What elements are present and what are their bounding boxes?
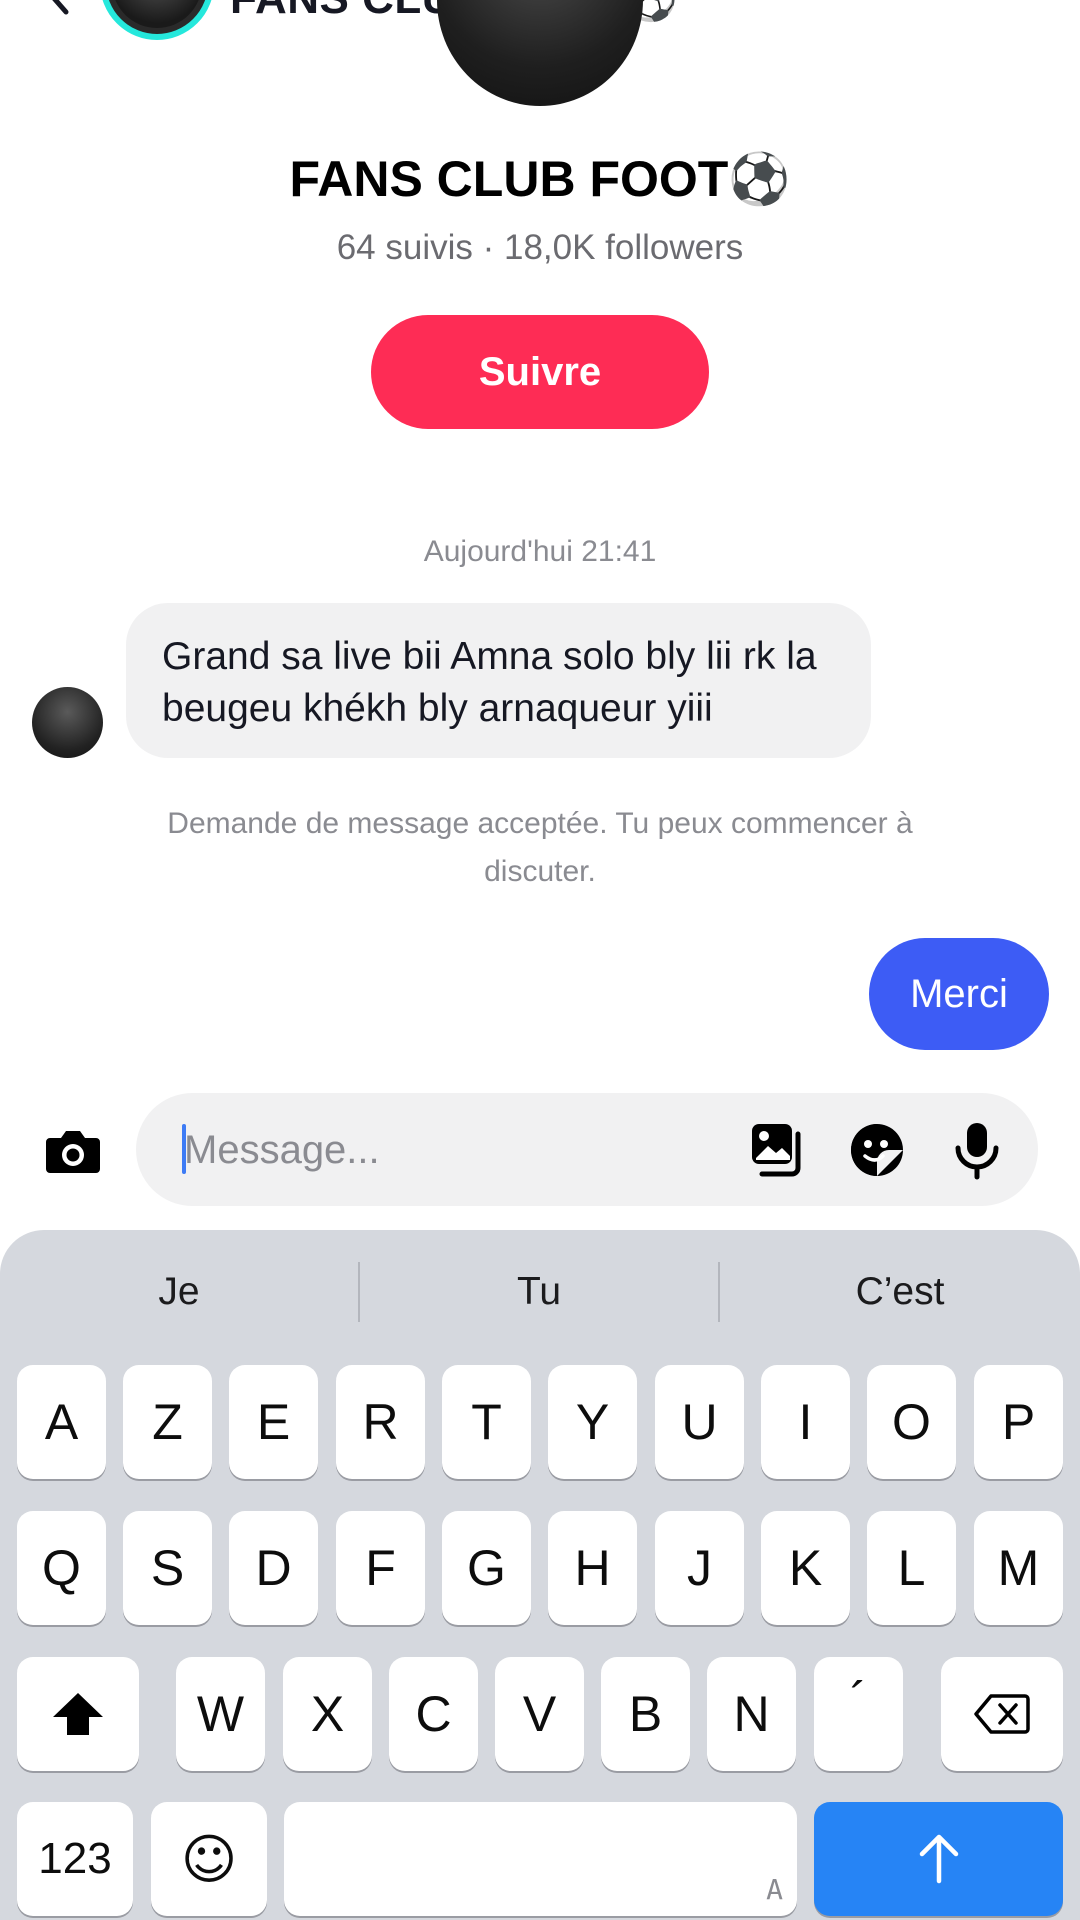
arrow-up-icon [919,1834,958,1884]
system-message: Demande de message acceptée. Tu peux com… [167,807,913,888]
profile-stats: 64 suivis · 18,0K followers [336,228,744,267]
microphone-icon [955,1123,999,1180]
key-a[interactable]: A [17,1365,106,1479]
backspace-icon [974,1694,1030,1734]
key-x[interactable]: X [283,1657,372,1771]
profile-avatar[interactable]: unicef [437,0,643,106]
key-d[interactable]: D [229,1511,318,1625]
back-button[interactable] [40,0,80,18]
outgoing-message-bubble[interactable]: Merci [869,938,1049,1050]
key-f[interactable]: F [336,1511,425,1625]
key-v[interactable]: V [495,1657,584,1771]
key-h[interactable]: H [548,1511,637,1625]
key-n[interactable]: N [707,1657,796,1771]
key-z[interactable]: Z [123,1365,212,1479]
camera-icon [46,1131,100,1173]
key-j[interactable]: J [655,1511,744,1625]
voice-button[interactable] [947,1120,1007,1180]
sticker-button[interactable] [847,1120,907,1180]
message-timestamp: Aujourd'hui 21:41 [423,535,657,568]
image-gallery-icon [752,1124,801,1177]
shift-key[interactable] [17,1657,139,1771]
space-key-hint: A [766,1873,783,1906]
camera-button[interactable] [42,1120,104,1182]
keyboard: Je Tu C’est A Z E R T Y U I O P Q S D F … [0,1230,1080,1920]
key-w[interactable]: W [176,1657,265,1771]
key-p[interactable]: P [974,1365,1063,1479]
key-acute-accent[interactable]: ´ [814,1657,903,1771]
key-l[interactable]: L [867,1511,956,1625]
message-composer[interactable] [136,1093,1038,1206]
sender-avatar[interactable] [32,687,103,758]
key-r[interactable]: R [336,1365,425,1479]
key-u[interactable]: U [655,1365,744,1479]
key-t[interactable]: T [442,1365,531,1479]
incoming-message-bubble[interactable]: Grand sa live bii Amna solo bly lii rk l… [126,603,871,758]
key-y[interactable]: Y [548,1365,637,1479]
suggestion-2[interactable]: Tu [360,1230,718,1354]
backspace-key[interactable] [941,1657,1063,1771]
space-key[interactable]: A [284,1802,797,1916]
key-m[interactable]: M [974,1511,1063,1625]
chevron-left-icon [52,0,69,15]
key-k[interactable]: K [761,1511,850,1625]
shift-arrow-icon [53,1693,103,1735]
key-c[interactable]: C [389,1657,478,1771]
message-input[interactable] [184,1115,704,1185]
key-o[interactable]: O [867,1365,956,1479]
suggestion-3[interactable]: C’est [720,1230,1080,1354]
emoji-key[interactable]: ☺ [151,1802,267,1916]
gallery-button[interactable] [748,1120,808,1180]
profile-name: FANS CLUB FOOT⚽ [289,151,791,207]
key-i[interactable]: I [761,1365,850,1479]
key-g[interactable]: G [442,1511,531,1625]
numbers-key[interactable]: 123 [17,1802,133,1916]
key-e[interactable]: E [229,1365,318,1479]
send-key[interactable] [814,1802,1063,1916]
follow-button[interactable]: Suivre [371,315,709,429]
key-q[interactable]: Q [17,1511,106,1625]
header-avatar[interactable] [100,0,214,40]
suggestion-1[interactable]: Je [0,1230,358,1354]
key-s[interactable]: S [123,1511,212,1625]
emoji-icon: ☺ [180,1827,238,1891]
key-b[interactable]: B [601,1657,690,1771]
sticker-emoji-icon [851,1124,903,1176]
